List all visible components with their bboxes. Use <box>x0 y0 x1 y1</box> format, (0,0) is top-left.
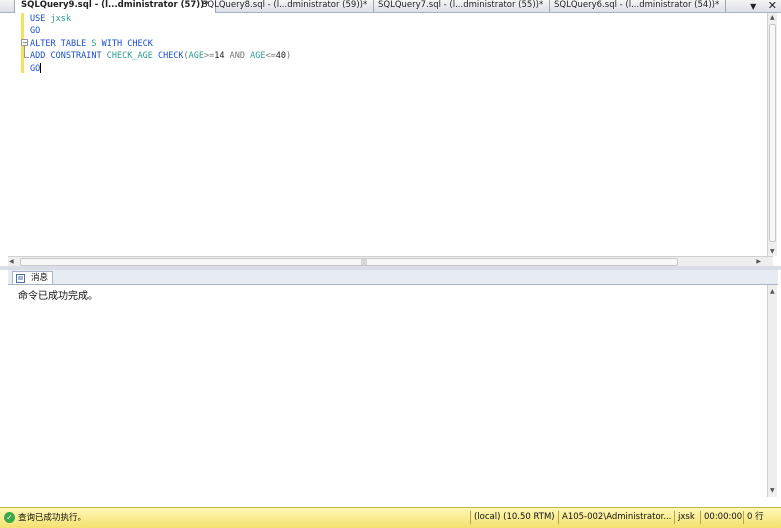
status-text: 查询已成功执行。 <box>18 513 87 523</box>
code-token: jxsk <box>50 14 71 24</box>
messages-pane[interactable]: 命令已成功完成。 <box>8 285 770 495</box>
status-database: jxsk <box>674 511 695 524</box>
tab-sqlquery6[interactable]: SQLQuery6.sql - (l...dministrator (54))* <box>548 0 727 12</box>
code-token: ) <box>285 51 292 62</box>
tab-sqlquery9[interactable]: SQLQuery9.sql - (l...dministrator (57))* <box>14 0 216 13</box>
collapse-icon[interactable]: − <box>21 39 28 47</box>
results-tab-strip: 消息 <box>8 270 778 285</box>
code-line[interactable]: GO <box>30 63 291 75</box>
scroll-right-icon[interactable]: ▶ <box>756 258 761 265</box>
scroll-up-icon[interactable]: ▲ <box>770 288 775 295</box>
code-token: AGE <box>250 51 266 62</box>
fold-end <box>24 57 29 58</box>
scroll-left-icon[interactable]: ◀ <box>9 258 14 265</box>
code-text[interactable]: USE jxsk GO ALTER TABLE S WITH CHECK ADD CO… <box>30 13 291 75</box>
code-token: 40 <box>275 51 286 62</box>
scroll-down-icon[interactable]: ▼ <box>770 487 775 494</box>
code-token: AND <box>229 51 251 62</box>
code-line[interactable]: ADD CONSTRAINT CHECK_AGE CHECK(AGE>=14 A… <box>30 50 291 62</box>
code-token: GO <box>30 63 41 74</box>
status-rows: 0 行 <box>743 511 764 524</box>
close-icon[interactable]: ✕ <box>768 0 777 12</box>
status-message: ✓ 查询已成功执行。 <box>4 512 86 524</box>
code-token: CHECK_AGE <box>106 51 158 62</box>
code-line[interactable]: GO <box>30 25 291 37</box>
messages-vertical-scrollbar[interactable]: ▲ ▼ <box>767 285 777 497</box>
code-token: ADD CONSTRAINT <box>30 51 107 62</box>
document-tab-strip: SQLQuery9.sql - (l...dministrator (57))*… <box>0 0 781 13</box>
code-token: S <box>91 38 102 49</box>
code-token: USE <box>30 14 51 24</box>
code-token: >= <box>204 51 215 62</box>
text-caret <box>40 63 42 74</box>
code-token: ALTER TABLE <box>30 38 92 49</box>
code-token: <= <box>265 51 276 62</box>
message-icon <box>16 274 25 283</box>
success-check-icon: ✓ <box>4 512 15 523</box>
status-bar: ✓ 查询已成功执行。 (local) (10.50 RTM) A105-002\… <box>0 507 781 528</box>
tab-sqlquery8[interactable]: SQLQuery8.sql - (l...dministrator (59))* <box>196 0 375 12</box>
code-token: GO <box>30 26 41 37</box>
code-token: WITH CHECK <box>101 38 153 49</box>
grip-icon: ||| <box>361 259 368 266</box>
tab-messages-label: 消息 <box>31 273 49 283</box>
status-connection: A105-002\Administrator... <box>558 511 671 524</box>
status-server: (local) (10.50 RTM) <box>470 511 555 524</box>
tab-dropdown-icon[interactable]: ▼ <box>750 2 756 11</box>
result-message: 命令已成功完成。 <box>18 291 98 302</box>
code-token: CHECK <box>157 51 184 62</box>
code-line[interactable]: USE jxsk <box>30 13 291 25</box>
query-editor[interactable]: − USE jxsk GO ALTER TABLE S WITH CHECK ADD … <box>8 13 771 267</box>
scroll-up-icon[interactable]: ▲ <box>770 14 775 21</box>
editor-vertical-scrollbar[interactable]: ▲ ▼ <box>767 13 777 256</box>
scrollbar-thumb[interactable] <box>769 24 776 242</box>
scrollbar-thumb[interactable]: ||| <box>20 258 678 266</box>
tab-tools: ▼ ✕ <box>750 0 777 12</box>
scroll-down-icon[interactable]: ▼ <box>770 248 775 255</box>
tab-sqlquery7[interactable]: SQLQuery7.sql - (l...dministrator (55))* <box>372 0 551 12</box>
status-elapsed: 00:00:00 <box>700 511 742 524</box>
code-line[interactable]: ALTER TABLE S WITH CHECK <box>30 38 291 50</box>
code-token: 14 <box>214 51 230 62</box>
tab-messages[interactable]: 消息 <box>12 271 54 284</box>
code-token: AGE <box>188 51 205 62</box>
